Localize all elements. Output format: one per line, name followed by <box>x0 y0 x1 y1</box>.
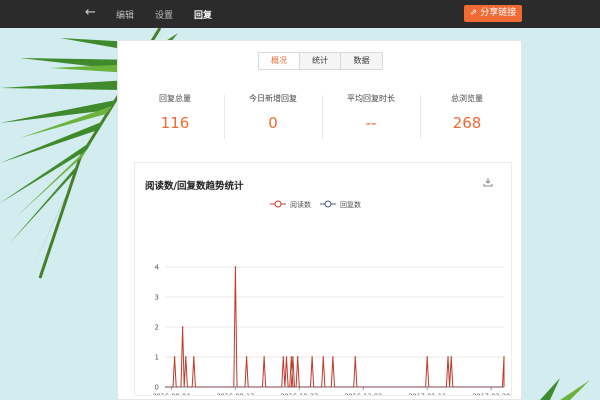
tab-statistics[interactable]: 统计 <box>300 53 341 69</box>
y-tick-label: 0 <box>155 384 159 392</box>
share-link-label: 分享链接 <box>480 8 517 18</box>
back-arrow-icon[interactable]: ← <box>85 5 96 20</box>
series-reads-point <box>282 356 285 358</box>
series-reads-point <box>292 356 294 358</box>
stat-label: 总浏览量 <box>451 94 483 103</box>
top-bar: ← 编辑 设置 回复 ⇗ 分享链接 <box>0 0 600 28</box>
series-reads-point <box>263 356 265 358</box>
series-reads-point <box>285 356 288 358</box>
stats-row: 回复总量 116 今日新增回复 0 平均回复时长 -- 总浏览量 268 <box>118 93 523 141</box>
view-tabs: 概况 统计 数据 <box>258 52 383 70</box>
tab-overview[interactable]: 概况 <box>259 53 300 69</box>
series-reads-point <box>322 356 325 358</box>
trend-chart: 阅读数 回复数 0 1 2 3 4 2016-08-04 2016-09-13 2016-10-2… <box>153 200 511 400</box>
nav-replies[interactable]: 回复 <box>194 8 212 21</box>
legend-marker <box>324 200 332 208</box>
stat-total-replies: 回复总量 116 <box>126 93 224 132</box>
y-tick-label: 2 <box>155 324 159 332</box>
chart-title: 阅读数/回复数趋势统计 <box>145 181 244 192</box>
series-reads-point <box>173 356 176 358</box>
stat-value: 268 <box>452 114 482 132</box>
stat-value: 0 <box>268 114 278 132</box>
tab-data[interactable]: 数据 <box>341 53 382 69</box>
series-reads-point <box>290 356 293 358</box>
series-reads-point <box>296 356 299 358</box>
trend-chart-panel: 阅读数/回复数趋势统计 阅读数 回复数 0 1 2 3 4 2016-08-04 2016-09… <box>134 162 512 400</box>
series-reads-point <box>184 356 187 358</box>
stat-label: 回复总量 <box>159 94 191 103</box>
stat-average-reply-time: 平均回复时长 -- <box>322 93 420 132</box>
series-reads-point <box>332 356 334 358</box>
series-reads-point <box>234 266 237 268</box>
nav-edit[interactable]: 编辑 <box>116 8 134 21</box>
y-tick-label: 3 <box>155 294 159 302</box>
x-tick-label: 2016-10-23 <box>280 392 318 395</box>
stat-label: 平均回复时长 <box>347 94 395 103</box>
series-reads-point <box>426 356 429 358</box>
leaf-corner-decoration <box>540 378 590 400</box>
series-reads-point <box>192 356 195 358</box>
series-reads-point <box>354 356 357 358</box>
nav-settings[interactable]: 设置 <box>155 8 173 21</box>
overview-card: 概况 统计 数据 回复总量 116 今日新增回复 0 平均回复时长 -- 总浏览… <box>117 40 522 400</box>
share-link-button[interactable]: ⇗ 分享链接 <box>464 5 522 22</box>
stat-total-views: 总浏览量 268 <box>418 93 516 132</box>
stat-value: 116 <box>160 114 190 132</box>
legend-marker <box>274 200 282 208</box>
legend-reads: 阅读数 <box>290 200 311 209</box>
x-tick-label: 2016-08-04 <box>153 392 191 395</box>
x-tick-label: 2017-01-11 <box>408 392 446 395</box>
series-reads-point <box>181 326 184 328</box>
x-tick-label: 2016-09-13 <box>216 392 254 395</box>
y-tick-label: 4 <box>155 264 160 272</box>
series-reads-point <box>245 356 248 358</box>
x-tick-label: 2017-02-20 <box>472 392 510 395</box>
series-reads-point <box>450 356 453 358</box>
stat-new-replies-today: 今日新增回复 0 <box>224 93 322 132</box>
series-reads-point <box>503 356 505 358</box>
y-tick-label: 1 <box>155 354 159 362</box>
stat-label: 今日新增回复 <box>249 94 297 103</box>
download-icon[interactable] <box>483 177 493 187</box>
series-reads-point <box>447 356 449 358</box>
x-tick-label: 2016-12-02 <box>344 392 382 395</box>
share-icon: ⇗ <box>469 8 478 18</box>
series-reads-point <box>311 356 313 358</box>
legend-replies: 回复数 <box>340 200 361 209</box>
stat-value: -- <box>365 114 377 132</box>
